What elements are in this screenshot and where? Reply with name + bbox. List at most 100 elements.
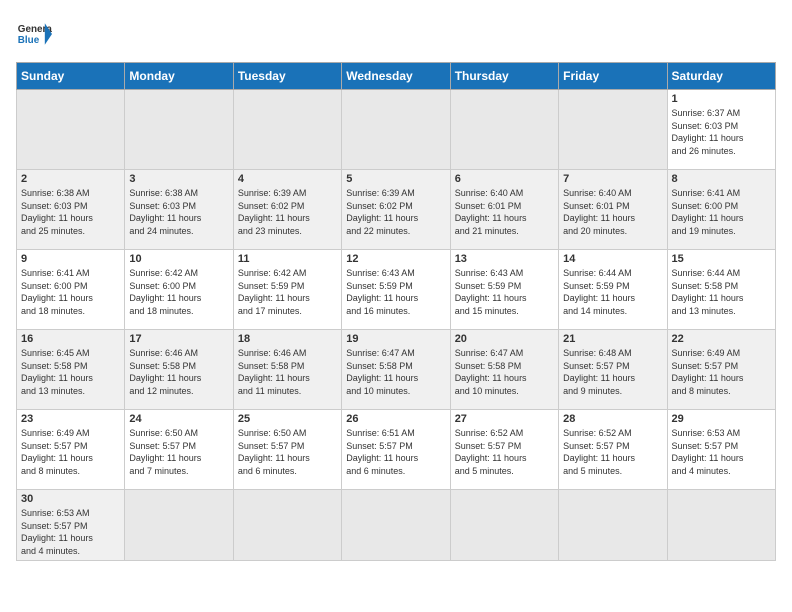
calendar-cell [450,490,558,561]
day-number: 23 [21,413,120,425]
calendar-cell [559,90,667,170]
day-info: Sunrise: 6:52 AM Sunset: 5:57 PM Dayligh… [455,427,554,477]
day-number: 26 [346,413,445,425]
day-number: 21 [563,333,662,345]
day-number: 19 [346,333,445,345]
day-info: Sunrise: 6:53 AM Sunset: 5:57 PM Dayligh… [672,427,771,477]
day-number: 1 [672,93,771,105]
calendar-cell: 26 Sunrise: 6:51 AM Sunset: 5:57 PM Dayli… [342,410,450,490]
day-info: Sunrise: 6:39 AM Sunset: 6:02 PM Dayligh… [238,187,337,237]
day-info: Sunrise: 6:49 AM Sunset: 5:57 PM Dayligh… [672,347,771,397]
calendar-week-row: 9 Sunrise: 6:41 AM Sunset: 6:00 PM Daylig… [17,250,776,330]
day-number: 15 [672,253,771,265]
day-info: Sunrise: 6:48 AM Sunset: 5:57 PM Dayligh… [563,347,662,397]
calendar-cell [559,490,667,561]
day-info: Sunrise: 6:41 AM Sunset: 6:00 PM Dayligh… [672,187,771,237]
day-number: 5 [346,173,445,185]
day-number: 17 [129,333,228,345]
day-number: 28 [563,413,662,425]
calendar-cell: 12Sunrise: 6:43 AM Sunset: 5:59 PM Dayli… [342,250,450,330]
day-number: 16 [21,333,120,345]
calendar-cell: 10 Sunrise: 6:42 AM Sunset: 6:00 PM Dayli… [125,250,233,330]
calendar-cell: 1Sunrise: 6:37 AM Sunset: 6:03 PM Daylig… [667,90,775,170]
calendar-cell: 23Sunrise: 6:49 AM Sunset: 5:57 PM Dayli… [17,410,125,490]
day-number: 7 [563,173,662,185]
calendar-cell: 3 Sunrise: 6:38 AM Sunset: 6:03 PM Daylig… [125,170,233,250]
day-number: 2 [21,173,120,185]
day-number: 3 [129,173,228,185]
calendar-cell: 28 Sunrise: 6:52 AM Sunset: 5:57 PM Dayli… [559,410,667,490]
day-number: 10 [129,253,228,265]
weekday-header-monday: Monday [125,63,233,90]
day-number: 27 [455,413,554,425]
page-header: General Blue [16,16,776,52]
calendar-cell: 13 Sunrise: 6:43 AM Sunset: 5:59 PM Dayli… [450,250,558,330]
calendar-cell: 2 Sunrise: 6:38 AM Sunset: 6:03 PM Daylig… [17,170,125,250]
day-number: 20 [455,333,554,345]
weekday-header-friday: Friday [559,63,667,90]
svg-text:Blue: Blue [18,35,40,46]
day-number: 25 [238,413,337,425]
logo-icon: General Blue [16,16,52,52]
day-info: Sunrise: 6:45 AM Sunset: 5:58 PM Dayligh… [21,347,120,397]
day-number: 18 [238,333,337,345]
day-number: 9 [21,253,120,265]
calendar-cell: 15 Sunrise: 6:44 AM Sunset: 5:58 PM Dayli… [667,250,775,330]
calendar-week-row: 30Sunrise: 6:53 AM Sunset: 5:57 PM Dayli… [17,490,776,561]
day-info: Sunrise: 6:51 AM Sunset: 5:57 PM Dayligh… [346,427,445,477]
calendar-cell: 20Sunrise: 6:47 AM Sunset: 5:58 PM Dayli… [450,330,558,410]
day-info: Sunrise: 6:43 AM Sunset: 5:59 PM Dayligh… [455,267,554,317]
calendar-cell [125,490,233,561]
calendar-cell [342,490,450,561]
day-info: Sunrise: 6:52 AM Sunset: 5:57 PM Dayligh… [563,427,662,477]
day-info: Sunrise: 6:40 AM Sunset: 6:01 PM Dayligh… [455,187,554,237]
day-info: Sunrise: 6:38 AM Sunset: 6:03 PM Dayligh… [21,187,120,237]
calendar-cell: 17 Sunrise: 6:46 AM Sunset: 5:58 PM Dayli… [125,330,233,410]
calendar-cell: 6 Sunrise: 6:40 AM Sunset: 6:01 PM Daylig… [450,170,558,250]
day-info: Sunrise: 6:42 AM Sunset: 6:00 PM Dayligh… [129,267,228,317]
weekday-header-row: SundayMondayTuesdayWednesdayThursdayFrid… [17,63,776,90]
calendar-cell [17,90,125,170]
calendar-cell: 14Sunrise: 6:44 AM Sunset: 5:59 PM Dayli… [559,250,667,330]
calendar-cell: 25Sunrise: 6:50 AM Sunset: 5:57 PM Dayli… [233,410,341,490]
calendar-cell [233,90,341,170]
calendar-cell: 9 Sunrise: 6:41 AM Sunset: 6:00 PM Daylig… [17,250,125,330]
calendar-cell: 11 Sunrise: 6:42 AM Sunset: 5:59 PM Dayli… [233,250,341,330]
weekday-header-wednesday: Wednesday [342,63,450,90]
day-info: Sunrise: 6:41 AM Sunset: 6:00 PM Dayligh… [21,267,120,317]
day-number: 29 [672,413,771,425]
day-number: 6 [455,173,554,185]
weekday-header-thursday: Thursday [450,63,558,90]
day-info: Sunrise: 6:46 AM Sunset: 5:58 PM Dayligh… [129,347,228,397]
calendar-cell: 16 Sunrise: 6:45 AM Sunset: 5:58 PM Dayli… [17,330,125,410]
calendar-cell: 22 Sunrise: 6:49 AM Sunset: 5:57 PM Dayli… [667,330,775,410]
calendar-cell: 4Sunrise: 6:39 AM Sunset: 6:02 PM Daylig… [233,170,341,250]
day-number: 8 [672,173,771,185]
day-number: 22 [672,333,771,345]
calendar-week-row: 2 Sunrise: 6:38 AM Sunset: 6:03 PM Daylig… [17,170,776,250]
calendar-cell [450,90,558,170]
logo: General Blue [16,16,52,52]
day-number: 24 [129,413,228,425]
calendar-cell: 21 Sunrise: 6:48 AM Sunset: 5:57 PM Dayli… [559,330,667,410]
calendar-cell [667,490,775,561]
day-number: 14 [563,253,662,265]
calendar-cell: 5 Sunrise: 6:39 AM Sunset: 6:02 PM Daylig… [342,170,450,250]
day-info: Sunrise: 6:50 AM Sunset: 5:57 PM Dayligh… [129,427,228,477]
calendar-cell: 24 Sunrise: 6:50 AM Sunset: 5:57 PM Dayli… [125,410,233,490]
day-info: Sunrise: 6:39 AM Sunset: 6:02 PM Dayligh… [346,187,445,237]
calendar-cell: 19 Sunrise: 6:47 AM Sunset: 5:58 PM Dayli… [342,330,450,410]
calendar-cell [233,490,341,561]
day-info: Sunrise: 6:46 AM Sunset: 5:58 PM Dayligh… [238,347,337,397]
day-number: 12 [346,253,445,265]
day-number: 13 [455,253,554,265]
day-number: 11 [238,253,337,265]
calendar-cell: 18 Sunrise: 6:46 AM Sunset: 5:58 PM Dayli… [233,330,341,410]
calendar-cell [125,90,233,170]
weekday-header-saturday: Saturday [667,63,775,90]
day-info: Sunrise: 6:42 AM Sunset: 5:59 PM Dayligh… [238,267,337,317]
day-info: Sunrise: 6:47 AM Sunset: 5:58 PM Dayligh… [346,347,445,397]
calendar-cell: 7Sunrise: 6:40 AM Sunset: 6:01 PM Daylig… [559,170,667,250]
day-info: Sunrise: 6:44 AM Sunset: 5:58 PM Dayligh… [672,267,771,317]
day-info: Sunrise: 6:38 AM Sunset: 6:03 PM Dayligh… [129,187,228,237]
